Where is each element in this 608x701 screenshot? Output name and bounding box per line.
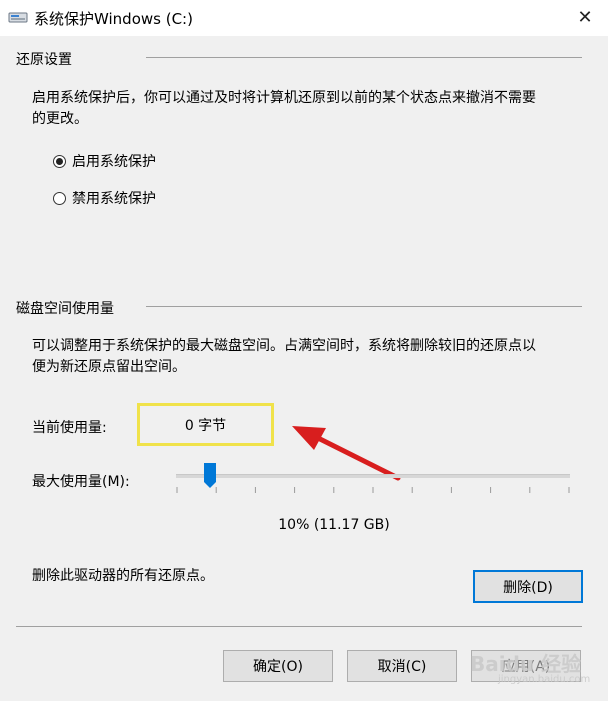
cancel-button[interactable]: 取消(C)	[347, 650, 457, 682]
baidu-watermark-url: jingyan.baidu.com	[498, 674, 591, 685]
restore-description-line2: 的更改。	[32, 111, 88, 127]
restore-settings-divider	[146, 57, 582, 58]
delete-description: 删除此驱动器的所有还原点。	[32, 568, 214, 584]
enable-protection-option[interactable]: 启用系统保护	[53, 151, 156, 171]
enable-protection-label: 启用系统保护	[72, 154, 156, 170]
close-icon: ✕	[577, 6, 593, 28]
max-usage-slider-track[interactable]	[176, 474, 570, 478]
disable-protection-radio[interactable]	[53, 191, 66, 205]
disk-usage-divider	[146, 306, 582, 307]
disk-usage-description-line1: 可以调整用于系统保护的最大磁盘空间。占满空间时，系统将删除较旧的还原点以	[32, 338, 536, 354]
disable-protection-label: 禁用系统保护	[72, 191, 156, 207]
close-button[interactable]: ✕	[566, 0, 604, 34]
max-usage-slider-ticks	[176, 487, 570, 493]
baidu-watermark: Baidu 经验	[470, 652, 582, 676]
max-usage-slider-thumb[interactable]	[204, 463, 217, 489]
delete-button[interactable]: 删除(D)	[473, 570, 583, 603]
disk-usage-description-line2: 便为新还原点留出空间。	[32, 359, 186, 375]
current-usage-highlight: 0 字节	[137, 403, 274, 446]
footer-separator	[16, 626, 582, 627]
enable-protection-radio[interactable]	[53, 154, 66, 168]
max-usage-label: 最大使用量(M):	[32, 474, 130, 490]
disable-protection-option[interactable]: 禁用系统保护	[53, 188, 156, 208]
restore-settings-group-label: 还原设置	[16, 52, 72, 68]
current-usage-label: 当前使用量:	[32, 420, 107, 436]
disk-usage-group-label: 磁盘空间使用量	[16, 301, 114, 317]
window-title: 系统保护Windows (C:)	[34, 10, 193, 28]
current-usage-value: 0 字节	[184, 417, 227, 434]
ok-button[interactable]: 确定(O)	[223, 650, 333, 682]
restore-description-line1: 启用系统保护后，你可以通过及时将计算机还原到以前的某个状态点来撤消不需要	[32, 90, 536, 106]
max-usage-value: 10% (11.17 GB)	[278, 517, 390, 533]
drive-icon	[8, 12, 28, 23]
